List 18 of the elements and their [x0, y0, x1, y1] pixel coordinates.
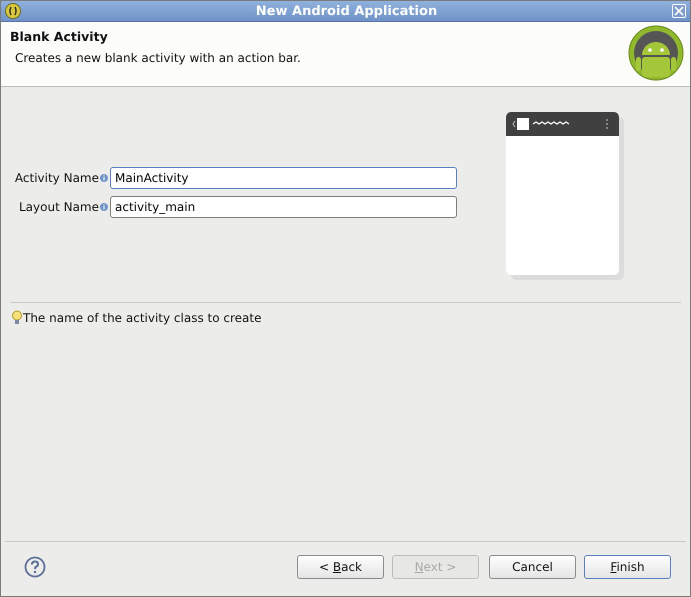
help-icon[interactable]: [24, 556, 46, 578]
info-icon: [100, 174, 108, 182]
window-title: New Android Application: [254, 4, 438, 18]
app-icon: [5, 3, 21, 19]
close-button[interactable]: [672, 4, 686, 18]
android-logo-icon: [628, 25, 684, 81]
input-field[interactable]: activity_main: [110, 196, 457, 218]
input-field[interactable]: MainActivity: [110, 167, 457, 189]
info-icon: [100, 203, 108, 211]
lightbulb-icon: [12, 310, 22, 326]
field-label: Activity Name: [14, 171, 99, 185]
dialog-button[interactable]: Finish: [584, 555, 671, 579]
page-description: Creates a new blank activity with an action bar.: [15, 51, 301, 65]
hint-text: The name of the activity class to create: [23, 311, 262, 325]
dialog-button[interactable]: < Back: [297, 555, 384, 579]
dialog-button[interactable]: Cancel: [489, 555, 576, 579]
page-title: Blank Activity: [10, 29, 109, 44]
field-label: Layout Name: [18, 200, 99, 214]
